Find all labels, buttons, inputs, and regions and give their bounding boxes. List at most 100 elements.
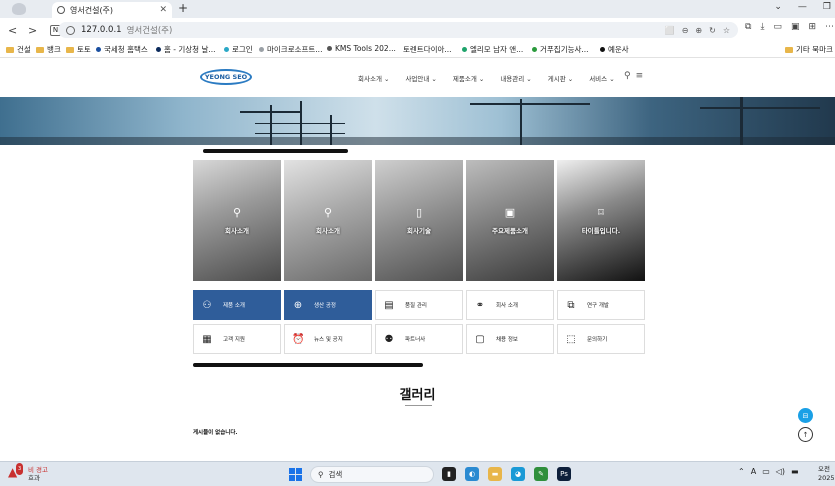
chevron-up-icon[interactable]: ⌃ [738,467,745,476]
apps-icon[interactable]: ⊞ [808,22,816,32]
copilot-icon[interactable]: ◐ [465,467,479,481]
new-tab-button[interactable]: + [178,1,188,15]
restore-button[interactable]: ❐ [823,2,831,12]
menu-quality[interactable]: ▤ 품질 관리 [375,290,463,320]
search-icon: ⚲ [323,206,333,219]
card-label: 타이틀입니다. [581,227,621,235]
document-icon: ▯ [415,206,423,219]
zoom-out-icon[interactable]: ⊖ [682,26,689,35]
feature-card[interactable]: ⌑ 타이틀입니다. [557,160,645,281]
photoshop-icon[interactable]: Ps [557,467,571,481]
reader-icon[interactable]: ⬜ [665,26,675,35]
tab-list-button[interactable]: ⌄ [774,2,782,12]
zoom-icon: ⊕ [293,299,303,311]
nav-board[interactable]: 게시판 ⌄ [548,73,573,83]
folder-icon [6,46,14,53]
browser-tab-strip: 영서건설(주) ✕ + ⌄ — ❐ [0,0,835,18]
bookmark-item[interactable]: 토토 [66,44,91,55]
weather-widget[interactable]: ▲ 3 비 경고 효과 [8,463,48,482]
bookmark-item[interactable]: 국세청 홈택스 [96,44,148,55]
ime-icon[interactable]: A [751,467,756,476]
more-icon[interactable]: ⋯ [825,22,834,32]
sidebar-icon[interactable]: ▭ [773,22,782,32]
nav-company[interactable]: 회사소개 ⌄ [358,73,389,83]
feature-card[interactable]: ▣ 주요제품소개 [466,160,554,281]
address-bar-row: < > N 127.0.0.1 영서건설(주) ⬜ ⊖ ⊕ ↻ ☆ ⧉ ⤓ ▭ … [0,18,835,42]
bookmark-item[interactable]: 로그인 [224,44,253,55]
menu-news[interactable]: ⏰ 뉴스 및 공지 [284,324,372,354]
feature-card[interactable]: ▯ 회사기술 [375,160,463,281]
bookmark-item[interactable]: 기타 북마크 [785,44,833,55]
bookmark-item[interactable]: 토렌트다이아... [403,44,452,55]
download-icon[interactable]: ⤓ [760,22,764,32]
copy-icon: ⧉ [567,299,575,311]
menu-icon[interactable]: ≡ [636,71,644,81]
card-label: 회사기술 [407,227,431,235]
bookmark-item[interactable]: 건설 [6,44,31,55]
menu-product-intro[interactable]: ⚇ 제품 소개 [193,290,281,320]
menu-research[interactable]: ⧉ 연구 개발 [557,290,645,320]
minimize-button[interactable]: — [798,2,807,12]
menu-recruit[interactable]: ▢ 채용 정보 [466,324,554,354]
volume-icon[interactable]: ◁) [776,467,785,476]
taskbar-search[interactable]: ⚲ 검색 [310,466,434,483]
folder-icon [785,46,793,53]
menu-company[interactable]: ⚭ 회사 소개 [466,290,554,320]
start-button[interactable] [289,468,302,481]
feature-card[interactable]: ⚲ 회사소개 [193,160,281,281]
search-icon: ⚲ [232,206,242,219]
nav-products[interactable]: 제품소개 ⌄ [453,73,484,83]
chat-button[interactable]: ⊟ [798,408,813,423]
extensions-icon[interactable]: ⧉ [745,22,751,32]
nav-business[interactable]: 사업안내 ⌄ [405,73,436,83]
search-icon[interactable]: ⚲ [624,71,631,81]
bookmark-item[interactable]: 뱅크 [36,44,61,55]
bookmark-item[interactable]: 마이크로소프트... [259,44,322,55]
camera-icon[interactable]: ▣ [791,22,800,32]
bookmark-dot-icon [532,47,537,52]
network-icon: ⌑ [598,206,604,219]
share-icon: ⚭ [475,299,485,311]
star-icon[interactable]: ☆ [723,26,730,35]
browser-tab[interactable]: 영서건설(주) ✕ [52,2,172,18]
file-explorer-icon[interactable]: ▬ [488,467,502,481]
bookmark-dot-icon [462,47,467,52]
nav-service[interactable]: 서비스 ⌄ [589,73,614,83]
tab-title: 영서건설(주) [70,5,114,15]
scroll-top-button[interactable]: ↑ [798,427,813,442]
weather-sub: 효과 [28,474,40,482]
bookmark-item[interactable]: 엘리모 남자 앤... [462,44,523,55]
folder-icon [66,46,74,53]
bookmark-item[interactable]: 예운사 [600,44,629,55]
site-logo[interactable]: YEONG SEO [200,69,252,85]
monitor-icon[interactable]: ▭ [762,467,770,476]
menu-support[interactable]: ▦ 고객 지원 [193,324,281,354]
battery-icon[interactable]: ▬ [791,467,799,476]
bookmark-dot-icon [259,47,264,52]
close-icon[interactable]: ✕ [159,5,167,15]
nav-content[interactable]: 내용관리 ⌄ [500,73,531,83]
zoom-in-icon[interactable]: ⊕ [695,26,702,35]
menu-partners[interactable]: ⚉ 파트너사 [375,324,463,354]
site-info-icon[interactable] [66,25,75,35]
bookmark-item[interactable]: KMS Tools 202... [327,44,396,53]
menu-contact[interactable]: ⬚ 문의하기 [557,324,645,354]
url-field[interactable]: 127.0.0.1 영서건설(주) ⬜ ⊖ ⊕ ↻ ☆ [58,22,738,38]
browser-profile-icon[interactable] [12,3,26,15]
bookmark-dot-icon [224,47,229,52]
gallery-empty-message: 게시물이 없습니다. [193,430,238,436]
calendar-icon: ▦ [202,333,212,345]
bookmark-item[interactable]: 홈 - 기상청 날... [156,44,216,55]
task-view-icon[interactable]: ▮ [442,467,456,481]
bookmark-item[interactable]: 거푸집기능사... [532,44,589,55]
clock[interactable]: 오전 2025 [818,465,835,483]
site-header: YEONG SEO 회사소개 ⌄ 사업안내 ⌄ 제품소개 ⌄ 내용관리 ⌄ 게시… [0,59,835,97]
forward-icon[interactable]: > [28,24,40,37]
edge-icon[interactable]: ◕ [511,467,525,481]
back-icon[interactable]: < [8,24,20,37]
gallery-title: 갤러리 [399,388,436,403]
refresh-icon[interactable]: ↻ [709,26,716,35]
editor-icon[interactable]: ✎ [534,467,548,481]
feature-card[interactable]: ⚲ 회사소개 [284,160,372,281]
menu-production-process[interactable]: ⊕ 생산 공정 [284,290,372,320]
